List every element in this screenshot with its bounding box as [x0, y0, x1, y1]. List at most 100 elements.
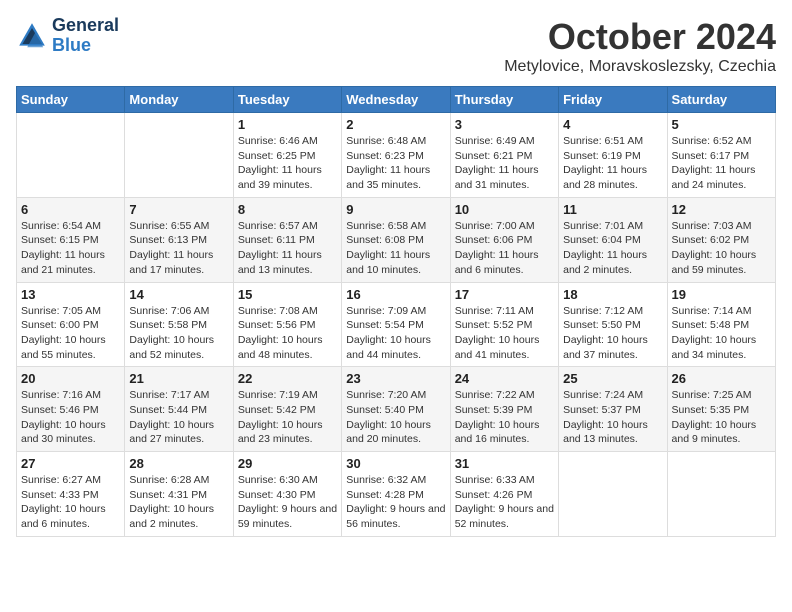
day-info: Sunrise: 6:49 AM Sunset: 6:21 PM Dayligh… — [455, 134, 554, 193]
day-number: 9 — [346, 202, 445, 217]
day-number: 15 — [238, 287, 337, 302]
day-number: 13 — [21, 287, 120, 302]
day-number: 28 — [129, 456, 228, 471]
logo-text-general: General — [52, 16, 119, 36]
calendar-day-cell — [125, 113, 233, 198]
calendar-day-cell: 14 Sunrise: 7:06 AM Sunset: 5:58 PM Dayli… — [125, 282, 233, 367]
calendar-header-day: Friday — [559, 87, 667, 113]
day-number: 12 — [672, 202, 771, 217]
logo-icon — [16, 20, 48, 52]
day-number: 5 — [672, 117, 771, 132]
calendar-day-cell: 29Sunrise: 6:30 AM Sunset: 4:30 PM Dayli… — [233, 452, 341, 537]
calendar-body: 1 Sunrise: 6:46 AM Sunset: 6:25 PM Daylig… — [17, 113, 776, 537]
day-info: Sunrise: 7:00 AM Sunset: 6:06 PM Dayligh… — [455, 219, 554, 278]
calendar-day-cell: 6Sunrise: 6:54 AM Sunset: 6:15 PM Daylig… — [17, 197, 125, 282]
day-number: 19 — [672, 287, 771, 302]
day-info: Sunrise: 6:52 AM Sunset: 6:17 PM Dayligh… — [672, 134, 771, 193]
calendar-header-day: Tuesday — [233, 87, 341, 113]
day-number: 26 — [672, 371, 771, 386]
day-info: Sunrise: 6:27 AM Sunset: 4:33 PM Dayligh… — [21, 473, 120, 532]
day-info: Sunrise: 7:01 AM Sunset: 6:04 PM Dayligh… — [563, 219, 662, 278]
logo: General Blue — [16, 16, 119, 56]
day-number: 25 — [563, 371, 662, 386]
calendar-header-day: Wednesday — [342, 87, 450, 113]
day-number: 6 — [21, 202, 120, 217]
day-info: Sunrise: 7:05 AM Sunset: 6:00 PM Dayligh… — [21, 304, 120, 363]
calendar-day-cell: 10 Sunrise: 7:00 AM Sunset: 6:06 PM Dayli… — [450, 197, 558, 282]
day-info: Sunrise: 6:58 AM Sunset: 6:08 PM Dayligh… — [346, 219, 445, 278]
page-header: General Blue October 2024 Metylovice, Mo… — [16, 16, 776, 76]
calendar-header-day: Sunday — [17, 87, 125, 113]
calendar-day-cell — [559, 452, 667, 537]
day-number: 31 — [455, 456, 554, 471]
title-block: October 2024 Metylovice, Moravskoslezsky… — [504, 16, 776, 76]
day-number: 27 — [21, 456, 120, 471]
day-info: Sunrise: 6:33 AM Sunset: 4:26 PM Dayligh… — [455, 473, 554, 532]
calendar-day-cell: 15Sunrise: 7:08 AM Sunset: 5:56 PM Dayli… — [233, 282, 341, 367]
day-info: Sunrise: 6:46 AM Sunset: 6:25 PM Dayligh… — [238, 134, 337, 193]
calendar-table: SundayMondayTuesdayWednesdayThursdayFrid… — [16, 86, 776, 537]
day-number: 4 — [563, 117, 662, 132]
calendar-day-cell: 19 Sunrise: 7:14 AM Sunset: 5:48 PM Dayli… — [667, 282, 775, 367]
calendar-day-cell: 26Sunrise: 7:25 AM Sunset: 5:35 PM Dayli… — [667, 367, 775, 452]
calendar-header-day: Thursday — [450, 87, 558, 113]
calendar-day-cell: 5 Sunrise: 6:52 AM Sunset: 6:17 PM Daylig… — [667, 113, 775, 198]
day-number: 18 — [563, 287, 662, 302]
calendar-day-cell: 4 Sunrise: 6:51 AM Sunset: 6:19 PM Daylig… — [559, 113, 667, 198]
day-number: 29 — [238, 456, 337, 471]
day-info: Sunrise: 7:09 AM Sunset: 5:54 PM Dayligh… — [346, 304, 445, 363]
day-number: 16 — [346, 287, 445, 302]
calendar-day-cell: 17Sunrise: 7:11 AM Sunset: 5:52 PM Dayli… — [450, 282, 558, 367]
day-number: 2 — [346, 117, 445, 132]
calendar-header-day: Saturday — [667, 87, 775, 113]
calendar-day-cell: 27 Sunrise: 6:27 AM Sunset: 4:33 PM Dayli… — [17, 452, 125, 537]
day-number: 10 — [455, 202, 554, 217]
calendar-week-row: 20 Sunrise: 7:16 AM Sunset: 5:46 PM Dayli… — [17, 367, 776, 452]
day-number: 14 — [129, 287, 228, 302]
day-number: 8 — [238, 202, 337, 217]
calendar-day-cell: 7 Sunrise: 6:55 AM Sunset: 6:13 PM Daylig… — [125, 197, 233, 282]
calendar-day-cell: 22 Sunrise: 7:19 AM Sunset: 5:42 PM Dayli… — [233, 367, 341, 452]
day-number: 21 — [129, 371, 228, 386]
day-number: 24 — [455, 371, 554, 386]
day-info: Sunrise: 6:51 AM Sunset: 6:19 PM Dayligh… — [563, 134, 662, 193]
day-number: 17 — [455, 287, 554, 302]
day-number: 22 — [238, 371, 337, 386]
day-info: Sunrise: 6:57 AM Sunset: 6:11 PM Dayligh… — [238, 219, 337, 278]
calendar-day-cell: 12 Sunrise: 7:03 AM Sunset: 6:02 PM Dayli… — [667, 197, 775, 282]
calendar-day-cell: 20 Sunrise: 7:16 AM Sunset: 5:46 PM Dayli… — [17, 367, 125, 452]
day-info: Sunrise: 7:14 AM Sunset: 5:48 PM Dayligh… — [672, 304, 771, 363]
day-info: Sunrise: 7:20 AM Sunset: 5:40 PM Dayligh… — [346, 388, 445, 447]
day-info: Sunrise: 7:24 AM Sunset: 5:37 PM Dayligh… — [563, 388, 662, 447]
day-info: Sunrise: 7:06 AM Sunset: 5:58 PM Dayligh… — [129, 304, 228, 363]
calendar-day-cell — [667, 452, 775, 537]
day-info: Sunrise: 6:28 AM Sunset: 4:31 PM Dayligh… — [129, 473, 228, 532]
calendar-day-cell: 1 Sunrise: 6:46 AM Sunset: 6:25 PM Daylig… — [233, 113, 341, 198]
calendar-day-cell: 9 Sunrise: 6:58 AM Sunset: 6:08 PM Daylig… — [342, 197, 450, 282]
calendar-week-row: 13 Sunrise: 7:05 AM Sunset: 6:00 PM Dayli… — [17, 282, 776, 367]
day-info: Sunrise: 7:16 AM Sunset: 5:46 PM Dayligh… — [21, 388, 120, 447]
calendar-day-cell: 16 Sunrise: 7:09 AM Sunset: 5:54 PM Dayli… — [342, 282, 450, 367]
day-info: Sunrise: 6:32 AM Sunset: 4:28 PM Dayligh… — [346, 473, 445, 532]
calendar-day-cell: 21 Sunrise: 7:17 AM Sunset: 5:44 PM Dayli… — [125, 367, 233, 452]
day-info: Sunrise: 7:17 AM Sunset: 5:44 PM Dayligh… — [129, 388, 228, 447]
day-info: Sunrise: 7:03 AM Sunset: 6:02 PM Dayligh… — [672, 219, 771, 278]
day-info: Sunrise: 7:22 AM Sunset: 5:39 PM Dayligh… — [455, 388, 554, 447]
day-number: 30 — [346, 456, 445, 471]
logo-text-blue: Blue — [52, 36, 119, 56]
day-number: 7 — [129, 202, 228, 217]
calendar-day-cell: 24 Sunrise: 7:22 AM Sunset: 5:39 PM Dayli… — [450, 367, 558, 452]
calendar-week-row: 6Sunrise: 6:54 AM Sunset: 6:15 PM Daylig… — [17, 197, 776, 282]
day-number: 23 — [346, 371, 445, 386]
day-number: 1 — [238, 117, 337, 132]
calendar-day-cell: 23 Sunrise: 7:20 AM Sunset: 5:40 PM Dayli… — [342, 367, 450, 452]
calendar-week-row: 1 Sunrise: 6:46 AM Sunset: 6:25 PM Daylig… — [17, 113, 776, 198]
day-info: Sunrise: 7:12 AM Sunset: 5:50 PM Dayligh… — [563, 304, 662, 363]
day-info: Sunrise: 6:55 AM Sunset: 6:13 PM Dayligh… — [129, 219, 228, 278]
month-title: October 2024 — [504, 16, 776, 58]
day-number: 20 — [21, 371, 120, 386]
day-number: 11 — [563, 202, 662, 217]
day-info: Sunrise: 7:19 AM Sunset: 5:42 PM Dayligh… — [238, 388, 337, 447]
calendar-day-cell: 31 Sunrise: 6:33 AM Sunset: 4:26 PM Dayli… — [450, 452, 558, 537]
calendar-day-cell: 18 Sunrise: 7:12 AM Sunset: 5:50 PM Dayli… — [559, 282, 667, 367]
